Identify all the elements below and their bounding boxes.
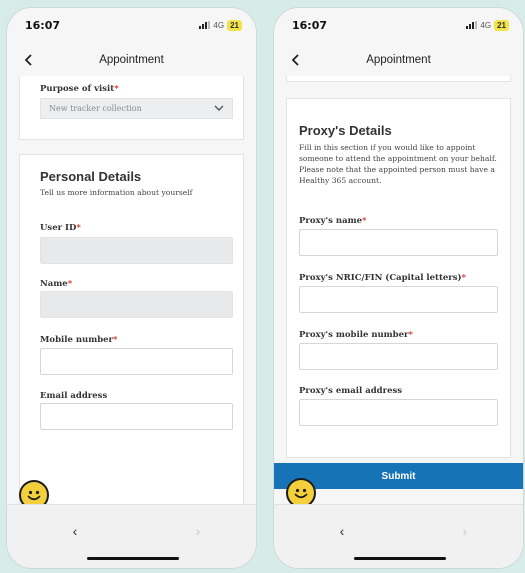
proxy-mobile-field[interactable] [299,343,498,370]
battery-icon: 21 [227,19,242,31]
email-address-field[interactable] [40,403,233,430]
mobile-number-field[interactable] [40,348,233,375]
proxy-email-field[interactable] [299,399,498,426]
purpose-select[interactable]: New tracker collection [40,98,233,119]
status-bar: 16:07 4G 21 [274,8,523,42]
status-time: 16:07 [292,18,328,32]
app-header: Appointment [274,46,523,74]
network-label: 4G [480,20,492,30]
chevron-left-icon [24,54,32,66]
browser-back-button[interactable]: ‹ [332,521,352,541]
form-content: Proxy's Details Fill in this section if … [274,76,523,504]
section-title: Proxy's Details [299,123,392,138]
name-label: Name* [40,279,73,289]
proxy-mobile-label: Proxy's mobile number* [299,330,413,340]
email-address-label: Email address [40,391,108,401]
page-title: Appointment [366,54,431,66]
browser-forward-button[interactable]: › [188,521,208,541]
proxy-nric-label: Proxy's NRIC/FIN (Capital letters)* [299,273,467,283]
proxy-name-label: Proxy's name* [299,216,367,226]
back-button[interactable] [286,50,306,70]
purpose-label: Purpose of visit* [40,84,119,94]
proxy-details-card: Proxy's Details Fill in this section if … [286,98,511,458]
mobile-number-label: Mobile number* [40,335,118,345]
proxy-nric-field[interactable] [299,286,498,313]
section-subtitle: Tell us more information about yourself [40,188,193,197]
signal-icon [466,21,478,29]
form-content: Purpose of visit* New tracker collection… [7,76,256,504]
phone-screen-left: 16:07 4G 21 Appointment Purpose of visit… [6,7,257,569]
smiley-face-icon [294,488,308,499]
chevron-down-icon [214,105,224,111]
status-indicators: 4G 21 [199,19,242,31]
browser-forward-button[interactable]: › [455,521,475,541]
back-button[interactable] [19,50,39,70]
page-title: Appointment [99,54,164,66]
bottom-navigation: ‹ › [274,504,523,568]
chevron-left-icon [291,54,299,66]
app-header: Appointment [7,46,256,74]
bottom-navigation: ‹ › [7,504,256,568]
status-indicators: 4G 21 [466,19,509,31]
user-id-field[interactable] [40,237,233,264]
personal-details-card: Personal Details Tell us more informatio… [19,154,244,504]
smiley-face-icon [27,490,41,501]
home-indicator[interactable] [87,557,179,560]
browser-back-button[interactable]: ‹ [65,521,85,541]
battery-icon: 21 [494,19,509,31]
status-time: 16:07 [25,18,61,32]
previous-card-edge [286,76,511,82]
phone-screen-right: 16:07 4G 21 Appointment Proxy's Details … [273,7,524,569]
status-bar: 16:07 4G 21 [7,8,256,42]
section-title: Personal Details [40,169,142,184]
user-id-label: User ID* [40,223,81,233]
network-label: 4G [213,20,225,30]
proxy-name-field[interactable] [299,229,498,256]
purpose-selected-value: New tracker collection [49,104,142,113]
proxy-email-label: Proxy's email address [299,386,403,396]
name-field[interactable] [40,291,233,318]
purpose-card: Purpose of visit* New tracker collection [19,76,244,140]
home-indicator[interactable] [354,557,446,560]
section-description: Fill in this section if you would like t… [299,143,497,185]
signal-icon [199,21,211,29]
